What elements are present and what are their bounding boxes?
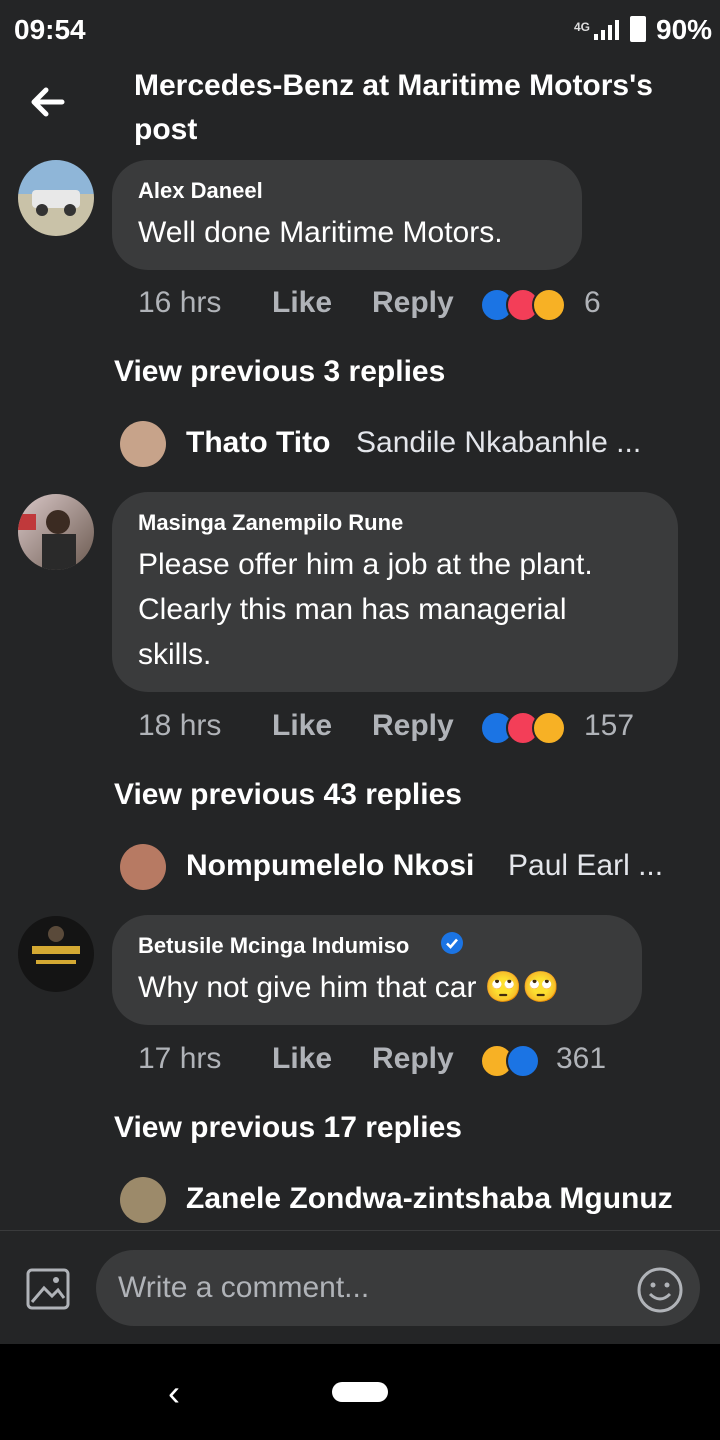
reply-author[interactable]: Thato Tito — [186, 426, 330, 460]
nav-back-icon[interactable]: ‹ — [168, 1372, 180, 1414]
reply-author[interactable]: Nompumelelo Nkosi — [186, 849, 474, 883]
reply-button[interactable]: Reply — [372, 709, 454, 743]
comment-time: 17 hrs — [138, 1042, 222, 1075]
battery-percent: 90% — [656, 14, 713, 45]
nav-home-icon[interactable] — [332, 1382, 388, 1402]
view-previous-replies[interactable]: View previous 3 replies — [114, 355, 445, 389]
comment-text-line: Please offer him a job at the plant. — [138, 548, 593, 581]
avatar[interactable] — [18, 916, 94, 992]
reaction-count[interactable]: 6 — [584, 286, 601, 320]
comment-author[interactable]: Alex Daneel — [138, 178, 263, 204]
comment-text: Why not give him that car 🙄🙄 — [138, 971, 560, 1004]
comment-bubble[interactable]: Alex Daneel Well done Maritime Motors. — [112, 160, 582, 270]
comment-text-line: skills. — [138, 638, 212, 671]
comment-time: 16 hrs — [138, 286, 222, 319]
avatar[interactable] — [18, 494, 94, 570]
reaction-count[interactable]: 157 — [584, 709, 634, 743]
reply-preview[interactable]: Sandile Nkabanhle ... — [356, 426, 641, 460]
battery-icon — [630, 16, 646, 42]
status-time: 09:54 — [14, 14, 86, 45]
comment-text-line: Clearly this man has managerial — [138, 593, 567, 626]
page-title: Mercedes-Benz at Maritime Motors's post — [134, 69, 653, 146]
avatar[interactable] — [120, 844, 166, 890]
comment-author[interactable]: Masinga Zanempilo Rune — [138, 510, 403, 536]
back-arrow-icon[interactable] — [26, 80, 70, 124]
verified-badge-icon — [441, 932, 463, 954]
view-previous-replies[interactable]: View previous 43 replies — [114, 778, 462, 812]
like-button[interactable]: Like — [272, 1042, 332, 1076]
reactions-summary[interactable] — [480, 711, 570, 745]
view-previous-replies[interactable]: View previous 17 replies — [114, 1111, 462, 1145]
network-type: 4G — [574, 20, 591, 34]
like-button[interactable]: Like — [272, 286, 332, 320]
signal-icon — [594, 20, 619, 40]
avatar[interactable] — [18, 160, 94, 236]
reply-preview[interactable]: Paul Earl ... — [508, 849, 663, 883]
comment-text: Well done Maritime Motors. — [138, 216, 503, 249]
reply-button[interactable]: Reply — [372, 1042, 454, 1076]
reaction-count[interactable]: 361 — [556, 1042, 606, 1076]
avatar[interactable] — [120, 421, 166, 467]
comment-time: 18 hrs — [138, 709, 222, 742]
haha-reaction-icon — [532, 288, 566, 322]
haha-reaction-icon — [532, 711, 566, 745]
reply-author[interactable]: Zanele Zondwa-zintshaba Mgunuz — [186, 1182, 673, 1216]
comment-bubble[interactable]: Betusile Mcinga Indumiso Why not give hi… — [112, 915, 642, 1025]
reply-button[interactable]: Reply — [372, 286, 454, 320]
like-button[interactable]: Like — [272, 709, 332, 743]
comment-author[interactable]: Betusile Mcinga Indumiso — [138, 933, 409, 959]
avatar[interactable] — [120, 1177, 166, 1223]
comment-bubble[interactable]: Masinga Zanempilo Rune Please offer him … — [112, 492, 678, 692]
reactions-summary[interactable] — [480, 1044, 544, 1078]
photo-icon[interactable] — [20, 1260, 74, 1314]
status-bar: 09:54 4G 90% — [0, 0, 720, 60]
like-reaction-icon — [506, 1044, 540, 1078]
emoji-icon[interactable] — [636, 1266, 684, 1314]
reactions-summary[interactable] — [480, 288, 570, 322]
comment-input[interactable] — [96, 1250, 700, 1326]
